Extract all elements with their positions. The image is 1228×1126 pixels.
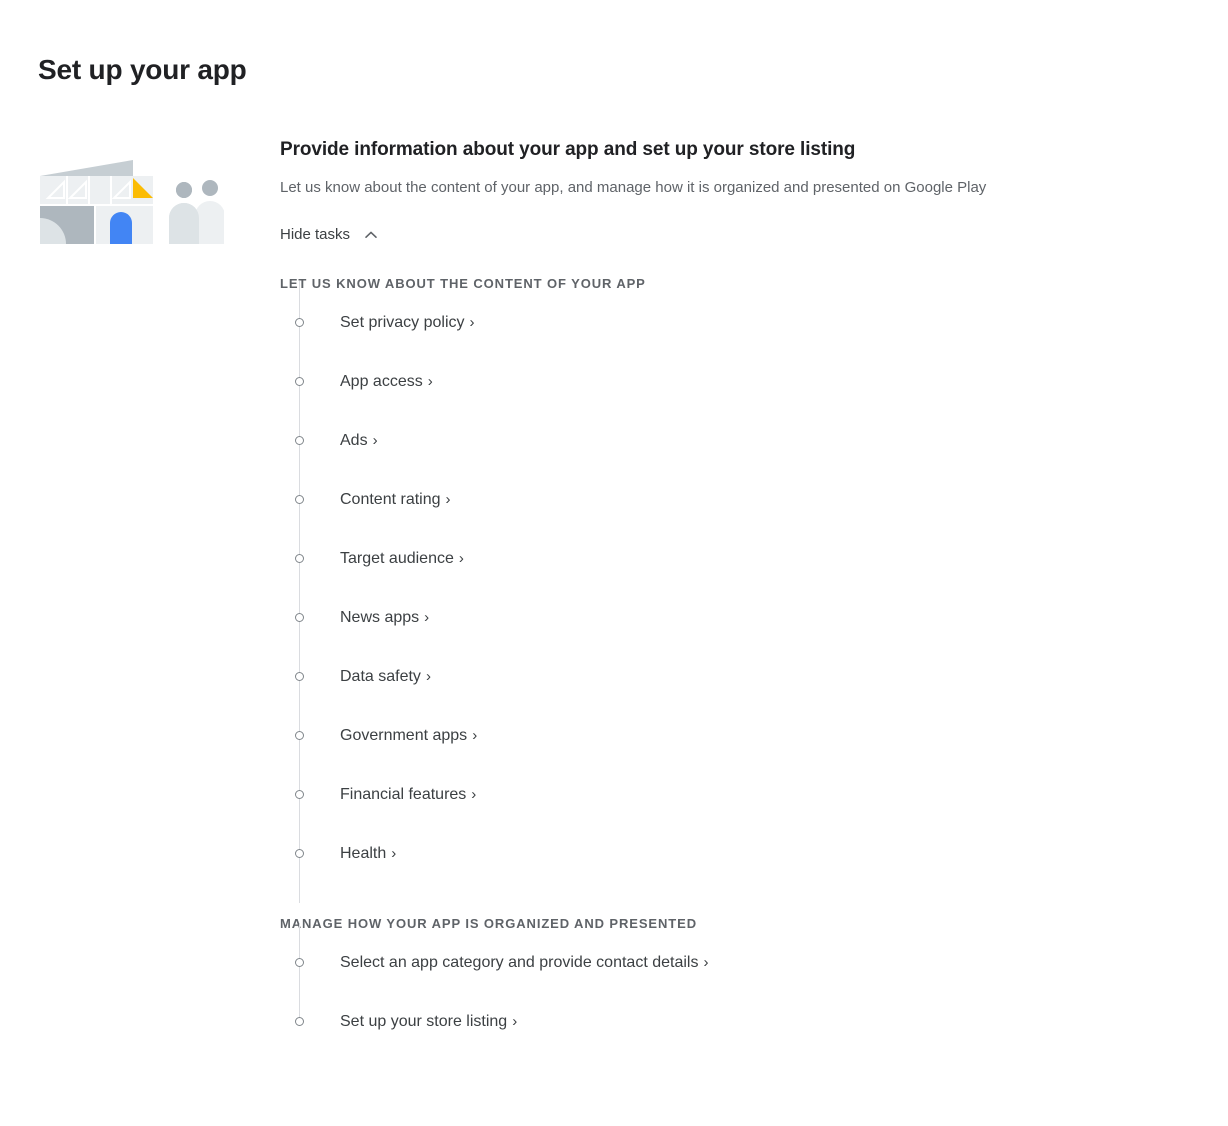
chevron-right-icon: › [427,372,433,390]
task-list-content: Set privacy policy › App access › Ads › [280,281,1200,903]
task-item[interactable]: News apps › [280,588,1200,647]
task-link[interactable]: Select an app category and provide conta… [340,952,708,974]
task-link[interactable]: Target audience › [340,548,464,570]
task-list-organize: Select an app category and provide conta… [280,923,1200,1051]
task-label: Content rating [340,490,441,508]
section-divider-space [280,883,1200,915]
task-item[interactable]: Ads › [280,411,1200,470]
chevron-right-icon: › [703,953,709,971]
task-label: App access [340,372,423,390]
task-link[interactable]: Health › [340,843,396,865]
task-item[interactable]: Select an app category and provide conta… [280,933,1200,992]
section-header-content: LET US KNOW ABOUT THE CONTENT OF YOUR AP… [280,276,646,291]
setup-task-card: Provide information about your app and s… [280,136,1200,1051]
section-header-organize: MANAGE HOW YOUR APP IS ORGANIZED AND PRE… [280,916,697,931]
task-status-circle-icon [295,495,304,504]
task-section-content: LET US KNOW ABOUT THE CONTENT OF YOUR AP… [280,275,1200,903]
chevron-right-icon: › [458,549,464,567]
task-link[interactable]: Government apps › [340,725,477,747]
task-section-organize: MANAGE HOW YOUR APP IS ORGANIZED AND PRE… [280,915,1200,1051]
task-link[interactable]: Financial features › [340,784,476,806]
chevron-right-icon: › [425,667,431,685]
chevron-right-icon: › [469,313,475,331]
task-item[interactable]: Set privacy policy › [280,293,1200,352]
task-label: Select an app category and provide conta… [340,953,699,971]
card-title: Provide information about your app and s… [280,139,856,160]
task-label: Target audience [340,549,454,567]
chevron-right-icon: › [512,1012,518,1030]
task-item[interactable]: Financial features › [280,765,1200,824]
task-status-circle-icon [295,790,304,799]
task-label: News apps [340,608,420,626]
task-label: Set privacy policy [340,313,465,331]
card-description: Let us know about the content of your ap… [280,179,987,196]
task-status-circle-icon [295,849,304,858]
task-link[interactable]: Ads › [340,430,378,452]
task-item[interactable]: Set up your store listing › [280,992,1200,1051]
task-status-circle-icon [295,377,304,386]
chevron-right-icon: › [391,844,397,862]
task-status-circle-icon [295,672,304,681]
task-link[interactable]: Content rating › [340,489,451,511]
hide-tasks-toggle[interactable]: Hide tasks [280,225,380,245]
chevron-right-icon: › [471,785,477,803]
task-label: Health [340,844,387,862]
page-title: Set up your app [38,53,247,85]
task-label: Government apps [340,726,468,744]
task-item[interactable]: App access › [280,352,1200,411]
task-status-circle-icon [295,958,304,967]
task-label: Data safety [340,667,421,685]
task-status-circle-icon [295,554,304,563]
task-link[interactable]: App access › [340,371,433,393]
task-link[interactable]: Set up your store listing › [340,1011,517,1033]
task-item[interactable]: Content rating › [280,470,1200,529]
task-status-circle-icon [295,436,304,445]
illustration-svg [40,160,225,244]
task-status-circle-icon [295,613,304,622]
task-link[interactable]: News apps › [340,607,429,629]
hide-tasks-label: Hide tasks [280,226,351,243]
task-item[interactable]: Health › [280,824,1200,883]
store-building-people-illustration [38,148,225,248]
task-label: Ads [340,431,368,449]
task-link[interactable]: Data safety › [340,666,431,688]
chevron-right-icon: › [372,431,378,449]
task-status-circle-icon [295,318,304,327]
task-link[interactable]: Set privacy policy › [340,312,475,334]
task-label: Financial features [340,785,467,803]
chevron-up-icon [362,226,380,244]
chevron-right-icon: › [472,726,478,744]
task-status-circle-icon [295,1017,304,1026]
task-item[interactable]: Government apps › [280,706,1200,765]
chevron-right-icon: › [424,608,430,626]
task-item[interactable]: Data safety › [280,647,1200,706]
task-item[interactable]: Target audience › [280,529,1200,588]
chevron-right-icon: › [445,490,451,508]
task-status-circle-icon [295,731,304,740]
task-label: Set up your store listing [340,1012,508,1030]
